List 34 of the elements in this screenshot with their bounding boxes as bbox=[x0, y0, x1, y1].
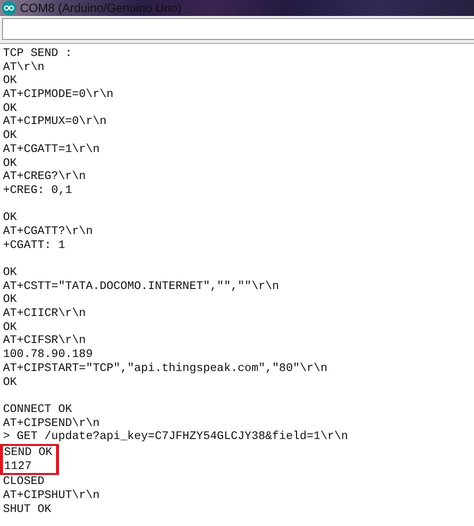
serial-output-line: AT+CIPMODE=0\r\n bbox=[3, 88, 114, 102]
serial-output-line: AT+CIICR\r\n bbox=[3, 307, 87, 321]
send-input-field[interactable] bbox=[2, 18, 474, 40]
infinity-logo-icon bbox=[2, 1, 16, 15]
serial-output-line: AT+CREG?\r\n bbox=[3, 170, 87, 184]
serial-output-line: +CREG: 0,1 bbox=[3, 184, 74, 198]
serial-output-line: AT+CIPSHUT\r\n bbox=[3, 489, 101, 503]
serial-output-line: +CGATT: 1 bbox=[3, 238, 66, 252]
serial-output-line: 1127 bbox=[0, 460, 59, 476]
serial-output-line: AT+CGATT=1\r\n bbox=[3, 142, 101, 156]
window-title: COM8 (Arduino/Genuino Uno) bbox=[20, 1, 182, 15]
serial-output-line: SEND OK bbox=[0, 444, 59, 460]
serial-output-line: SHUT OK bbox=[3, 502, 52, 516]
serial-output-line: TCP SEND : bbox=[3, 47, 74, 61]
serial-output-line: OK bbox=[3, 102, 18, 116]
serial-output-line: > GET /update?api_key=C7JFHZY54GLCJY38&field=1\r\n bbox=[3, 430, 350, 444]
serial-output-line: OK bbox=[3, 156, 18, 170]
serial-output-line: AT\r\n bbox=[3, 60, 46, 74]
serial-output-line: OK bbox=[3, 266, 18, 280]
serial-output-line: AT+CIPSEND\r\n bbox=[3, 416, 101, 430]
serial-output-line: AT+CIPMUX=0\r\n bbox=[3, 115, 108, 130]
serial-output-line: AT+CIPSTART="TCP","api.thingspeak.com","80"\r\n bbox=[3, 362, 328, 376]
serial-output-line: AT+CGATT?\r\n bbox=[3, 224, 94, 239]
serial-output-line: 100.78.90.189 bbox=[3, 348, 94, 362]
serial-output-line: OK bbox=[3, 376, 18, 390]
serial-output-line: AT+CSTT="TATA.DOCOMO.INTERNET","",""\r\n bbox=[3, 280, 280, 294]
serial-output-line: CONNECT OK bbox=[3, 402, 74, 417]
serial-output-line: OK bbox=[3, 211, 18, 225]
serial-output-line: AT+CIFSR\r\n bbox=[3, 334, 87, 348]
serial-output-line: OK bbox=[3, 320, 18, 334]
serial-output-line: CLOSED bbox=[3, 475, 46, 489]
serial-output-line: OK bbox=[3, 293, 18, 308]
serial-output-line: OK bbox=[3, 74, 18, 88]
serial-output-line: OK bbox=[3, 129, 18, 143]
